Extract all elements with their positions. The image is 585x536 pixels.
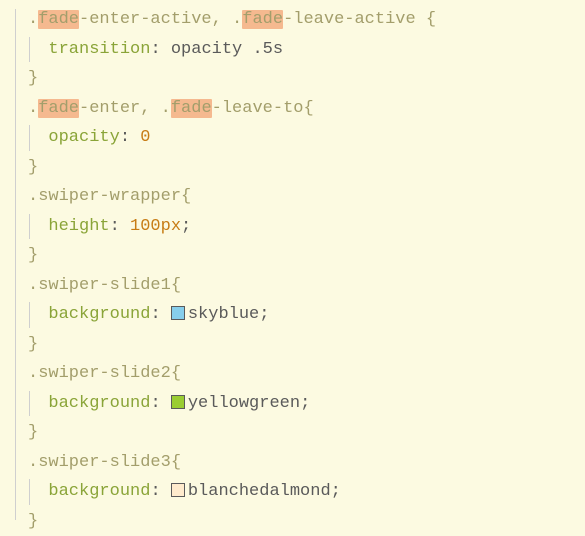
color-swatch-icon — [171, 306, 185, 320]
css-selector-line: .swiper-wrapper{ — [28, 182, 585, 212]
color-swatch-icon — [171, 483, 185, 497]
value: yellowgreen — [188, 394, 300, 413]
brace-close-line: } — [28, 507, 585, 536]
css-selector-line: .fade-enter-active, .fade-leave-active { — [28, 5, 585, 35]
color-swatch-icon — [171, 395, 185, 409]
code-block: .fade-enter-active, .fade-leave-active {… — [28, 5, 585, 536]
css-selector-line: .fade-enter, .fade-leave-to{ — [28, 94, 585, 124]
value: blanchedalmond — [188, 482, 331, 501]
value: 0 — [140, 128, 150, 147]
indent-guide — [29, 302, 30, 328]
property: height — [48, 217, 109, 236]
selector-text: .swiper-wrapper{ — [28, 187, 191, 206]
match-highlight: fade — [38, 10, 79, 29]
match-highlight: fade — [242, 10, 283, 29]
property: background — [48, 305, 150, 324]
value: opacity .5s — [171, 40, 283, 59]
property: transition — [48, 40, 150, 59]
selector-text: .swiper-slide3{ — [28, 453, 181, 472]
css-declaration-line: height: 100px; — [28, 212, 585, 242]
value: skyblue — [188, 305, 259, 324]
css-selector-line: .swiper-slide3{ — [28, 448, 585, 478]
css-declaration-line: transition: opacity .5s — [28, 35, 585, 65]
css-selector-line: .swiper-slide1{ — [28, 271, 585, 301]
property: background — [48, 482, 150, 501]
selector-text: .swiper-slide1{ — [28, 276, 181, 295]
outer-fold-guide — [15, 9, 16, 520]
indent-guide — [29, 37, 30, 63]
selector-text: .fade-enter-active, .fade-leave-active { — [28, 10, 436, 29]
css-declaration-line: background: yellowgreen; — [28, 389, 585, 419]
brace-close-line: } — [28, 330, 585, 360]
selector-text: .fade-enter, .fade-leave-to{ — [28, 99, 314, 118]
indent-guide — [29, 214, 30, 240]
brace-close-line: } — [28, 153, 585, 183]
indent-guide — [29, 479, 30, 505]
value: 100px — [130, 217, 181, 236]
brace-close-line: } — [28, 418, 585, 448]
property: background — [48, 394, 150, 413]
brace-close-line: } — [28, 241, 585, 271]
match-highlight: fade — [38, 99, 79, 118]
css-declaration-line: background: skyblue; — [28, 300, 585, 330]
css-declaration-line: opacity: 0 — [28, 123, 585, 153]
indent-guide — [29, 125, 30, 151]
css-declaration-line: background: blanchedalmond; — [28, 477, 585, 507]
css-selector-line: .swiper-slide2{ — [28, 359, 585, 389]
selector-text: .swiper-slide2{ — [28, 364, 181, 383]
match-highlight: fade — [171, 99, 212, 118]
indent-guide — [29, 391, 30, 417]
property: opacity — [48, 128, 119, 147]
brace-close-line: } — [28, 64, 585, 94]
